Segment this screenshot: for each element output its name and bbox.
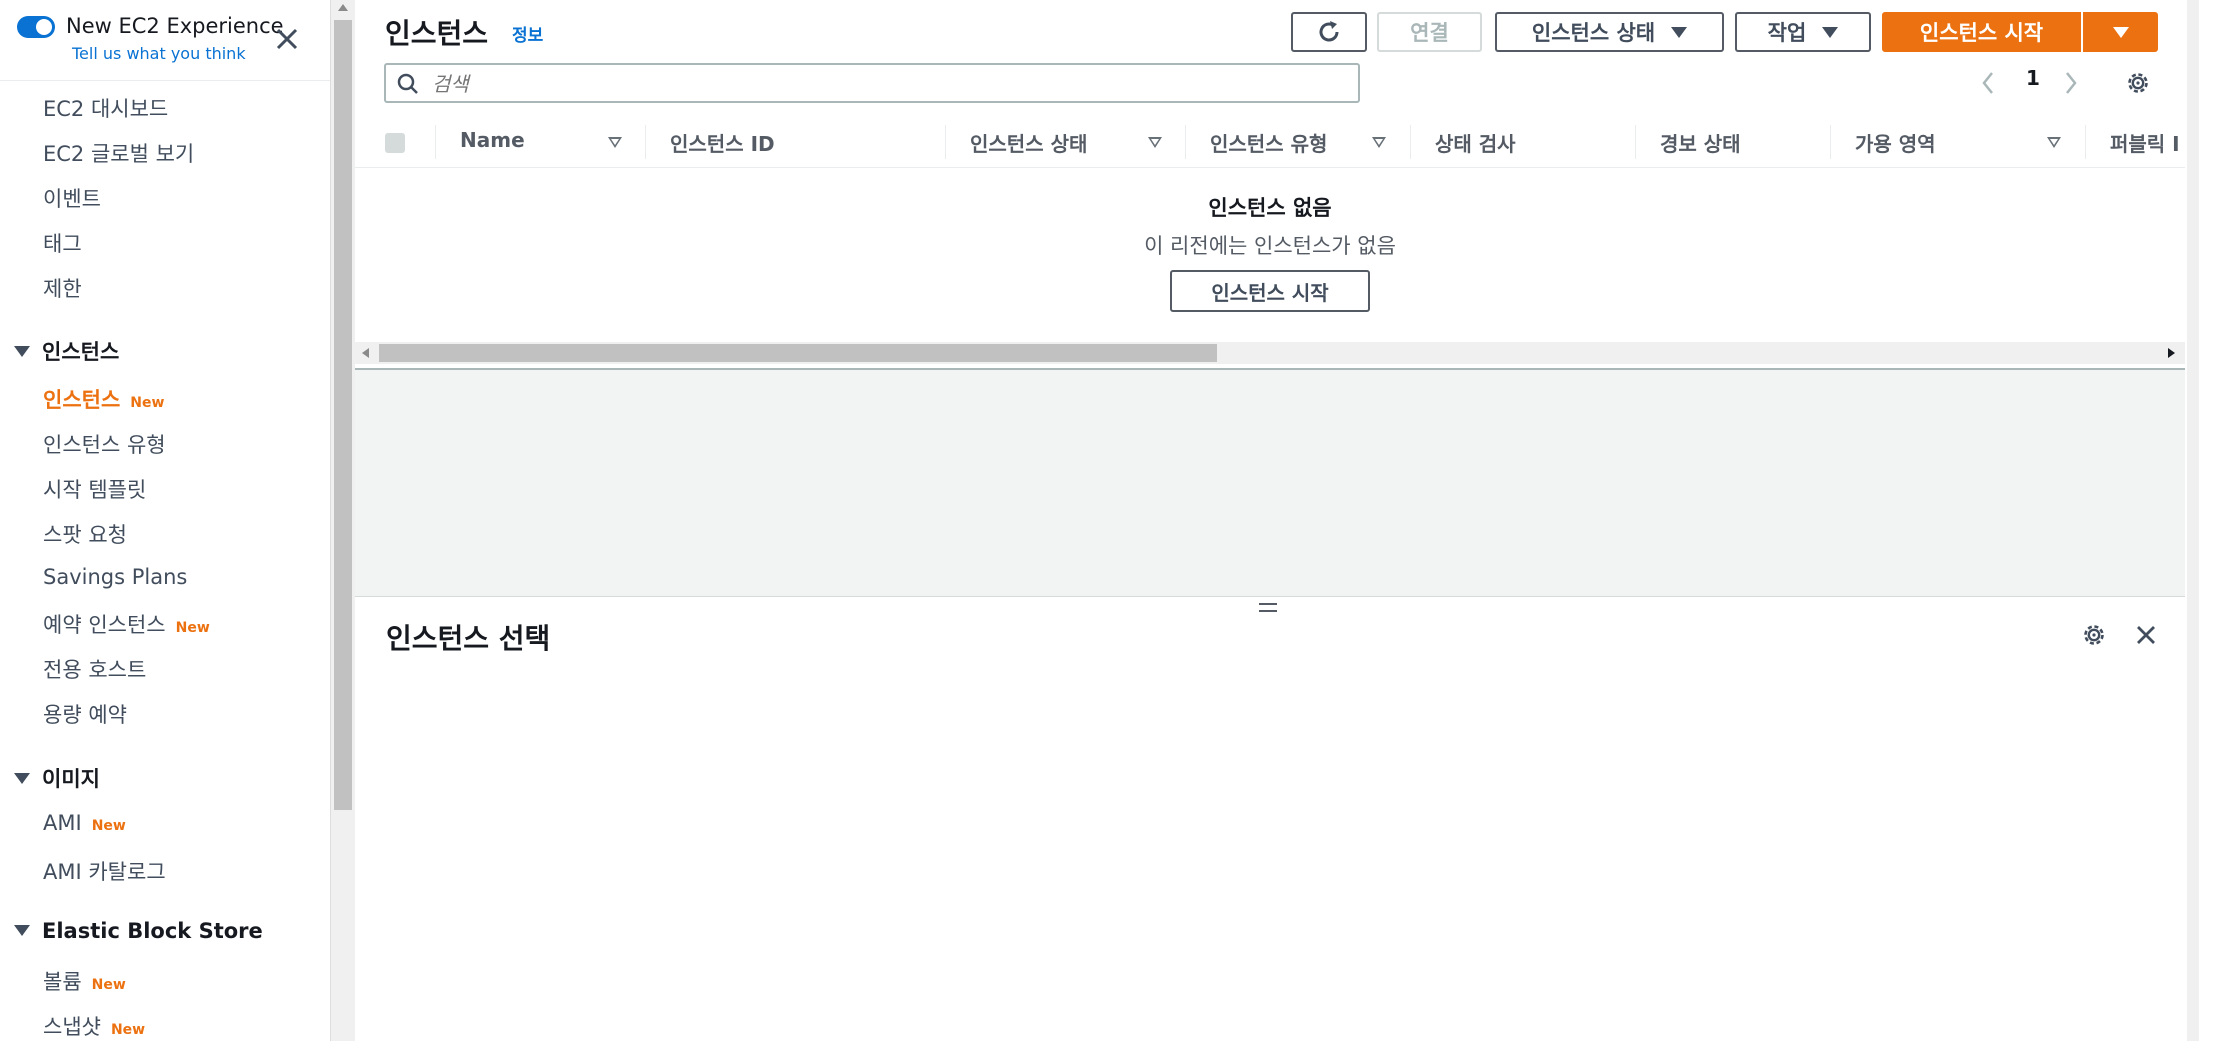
sort-icon[interactable]	[1148, 137, 1162, 148]
new-badge: New	[91, 818, 126, 834]
sidebar-item-ec2-global-view[interactable]: EC2 글로벌 보기	[43, 138, 194, 168]
launch-instances-button[interactable]: 인스턴스 시작	[1882, 12, 2081, 52]
sidebar: New EC2 Experience Tell us what you thin…	[0, 0, 330, 1041]
sidebar-item-launch-templates[interactable]: 시작 템플릿	[43, 474, 146, 504]
table-horizontal-scrollbar[interactable]	[355, 342, 2185, 364]
caret-down-icon	[1671, 26, 1688, 38]
sort-icon[interactable]	[1372, 137, 1386, 148]
sidebar-item-spot-requests[interactable]: 스팟 요청	[43, 519, 127, 549]
new-badge: New	[110, 1022, 146, 1038]
new-badge: New	[91, 977, 126, 993]
sidebar-section-ebs[interactable]: Elastic Block Store	[14, 919, 263, 943]
column-header-public-ip[interactable]: 퍼블릭 I	[2110, 128, 2185, 157]
instances-table-panel: 인스턴스 정보 연결 인스턴스 상태 작업 인스턴스 시작 검색 1 Name …	[355, 0, 2185, 370]
page-title: 인스턴스	[385, 17, 489, 50]
scroll-up-arrow-icon[interactable]	[338, 4, 348, 11]
sidebar-item-limits[interactable]: 제한	[43, 273, 82, 303]
close-icon[interactable]	[2133, 622, 2159, 648]
sidebar-item-snapshots[interactable]: 스냅샷 New	[43, 1011, 145, 1041]
scroll-right-arrow-icon[interactable]	[2168, 348, 2175, 358]
launch-options-dropdown[interactable]	[2083, 12, 2158, 52]
select-all-checkbox[interactable]	[385, 133, 405, 153]
sidebar-section-instances[interactable]: 인스턴스	[14, 336, 119, 366]
info-link[interactable]: 정보	[512, 21, 543, 46]
sidebar-item-instances[interactable]: 인스턴스 New	[43, 384, 164, 414]
empty-state-description: 이 리전에는 인스턴스가 없음	[1144, 234, 1396, 258]
gear-icon[interactable]	[2081, 622, 2107, 648]
feedback-link[interactable]: Tell us what you think	[72, 44, 246, 63]
sort-icon[interactable]	[608, 137, 622, 148]
split-panel-title: 인스턴스 선택	[386, 622, 551, 655]
caret-down-icon	[1822, 26, 1839, 38]
sidebar-item-reserved-instances[interactable]: 예약 인스턴스 New	[43, 609, 210, 639]
column-header-availability-zone[interactable]: 가용 영역	[1855, 128, 1936, 157]
sort-icon[interactable]	[2047, 137, 2061, 148]
sidebar-item-events[interactable]: 이벤트	[43, 183, 101, 213]
new-experience-title: New EC2 Experience	[66, 14, 284, 38]
column-header-instance-id[interactable]: 인스턴스 ID	[670, 128, 775, 157]
close-icon[interactable]	[272, 24, 302, 54]
search-field[interactable]	[384, 63, 1360, 103]
launch-instances-empty-button[interactable]: 인스턴스 시작	[1170, 270, 1370, 312]
sidebar-item-tags[interactable]: 태그	[43, 228, 82, 258]
scrollbar-thumb[interactable]	[379, 344, 1217, 362]
main-content: 인스턴스 정보 연결 인스턴스 상태 작업 인스턴스 시작 검색 1 Name …	[355, 0, 2185, 1042]
new-experience-bar: New EC2 Experience Tell us what you thin…	[0, 0, 330, 81]
sidebar-item-volumes[interactable]: 볼륨 New	[43, 966, 126, 996]
column-header-instance-state[interactable]: 인스턴스 상태	[970, 128, 1087, 157]
column-header-alarm-status[interactable]: 경보 상태	[1660, 128, 1741, 157]
sidebar-item-capacity-reservations[interactable]: 용량 예약	[43, 699, 127, 729]
scrollbar-thumb[interactable]	[334, 20, 352, 810]
caret-down-icon	[2112, 26, 2129, 38]
new-badge: New	[130, 395, 165, 411]
actions-dropdown[interactable]: 작업	[1735, 12, 1871, 52]
search-input[interactable]	[430, 69, 1334, 99]
connect-button[interactable]: 연결	[1377, 12, 1482, 52]
scrollbar-track[interactable]	[2187, 0, 2199, 1041]
sidebar-item-ec2-dashboard[interactable]: EC2 대시보드	[43, 93, 168, 123]
refresh-button[interactable]	[1291, 12, 1367, 52]
caret-down-icon	[14, 773, 30, 784]
split-panel-resize-handle[interactable]	[1259, 603, 1277, 617]
page-number[interactable]: 1	[2026, 66, 2040, 90]
chevron-right-icon[interactable]	[2063, 70, 2079, 96]
sidebar-item-dedicated-hosts[interactable]: 전용 호스트	[43, 654, 146, 684]
sidebar-section-images[interactable]: 이미지	[14, 763, 100, 793]
column-header-status-check[interactable]: 상태 검사	[1435, 128, 1516, 157]
column-header-name[interactable]: Name	[460, 128, 525, 152]
sidebar-item-ami-catalog[interactable]: AMI 카탈로그	[43, 856, 166, 886]
instance-state-dropdown[interactable]: 인스턴스 상태	[1495, 12, 1724, 52]
new-badge: New	[175, 620, 210, 636]
column-header-instance-type[interactable]: 인스턴스 유형	[1210, 128, 1327, 157]
sidebar-item-savings-plans[interactable]: Savings Plans	[43, 565, 187, 589]
gear-icon[interactable]	[2125, 70, 2151, 96]
empty-state-title: 인스턴스 없음	[1208, 196, 1332, 220]
refresh-icon	[1319, 21, 1339, 42]
sidebar-item-ami[interactable]: AMI New	[43, 811, 126, 835]
caret-down-icon	[14, 346, 30, 357]
page-scrollbar[interactable]	[2185, 0, 2218, 1041]
scroll-left-arrow-icon[interactable]	[362, 348, 369, 358]
sidebar-scrollbar[interactable]	[330, 0, 355, 1041]
sidebar-item-instance-types[interactable]: 인스턴스 유형	[43, 429, 166, 459]
search-icon	[397, 73, 418, 94]
new-experience-toggle[interactable]	[17, 16, 55, 38]
caret-down-icon	[14, 925, 30, 936]
split-panel: 인스턴스 선택	[355, 596, 2185, 1042]
chevron-left-icon[interactable]	[1980, 70, 1996, 96]
